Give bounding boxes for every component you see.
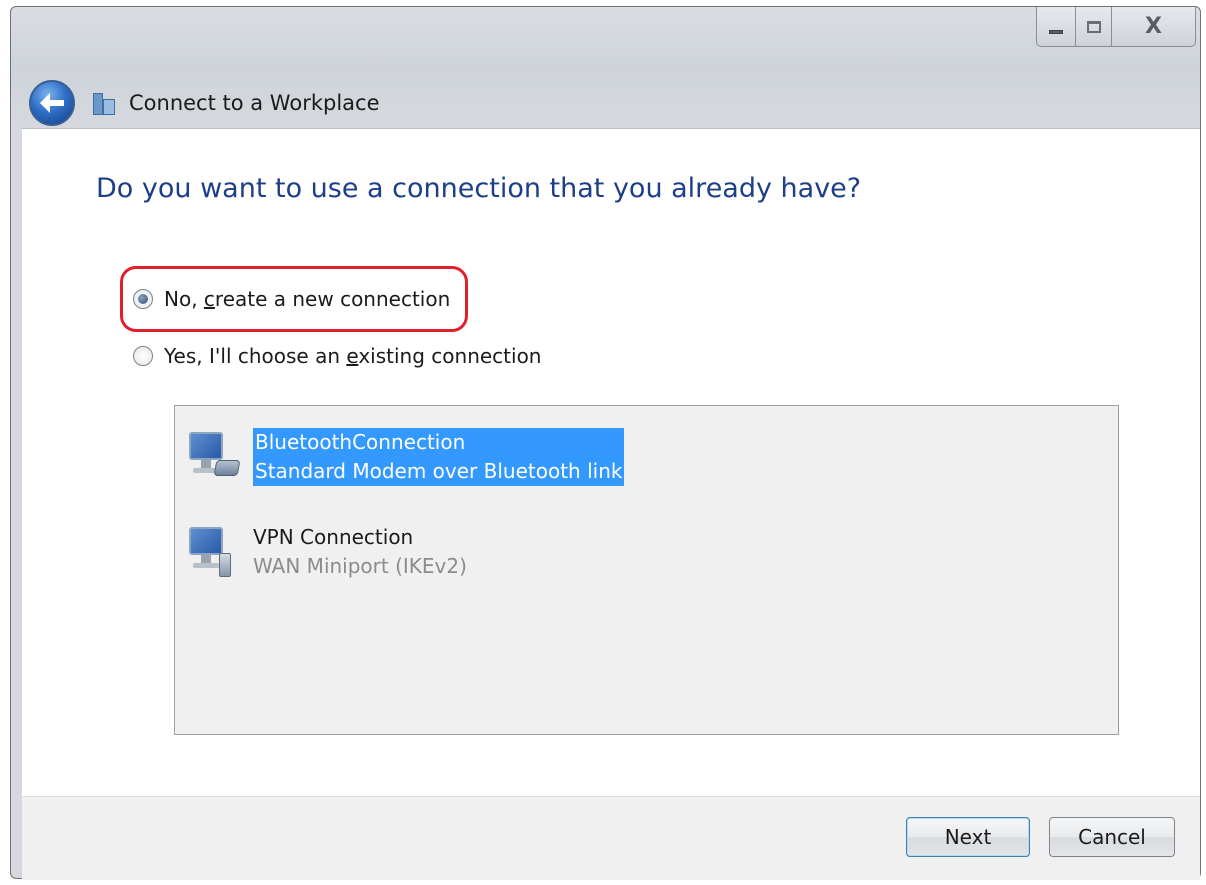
- cancel-button[interactable]: Cancel: [1049, 817, 1175, 857]
- minimize-icon: [1049, 29, 1063, 34]
- close-button[interactable]: X: [1112, 7, 1196, 47]
- connection-name: BluetoothConnection: [255, 430, 466, 454]
- option-new-connection-label: No, create a new connection: [164, 287, 451, 311]
- window-title: Connect to a Workplace: [129, 91, 380, 115]
- option-existing-connection-label: Yes, I'll choose an existing connection: [164, 344, 542, 368]
- maximize-button[interactable]: [1076, 7, 1112, 47]
- back-arrow-icon: [40, 93, 64, 113]
- wizard-footer: Next Cancel: [22, 796, 1200, 880]
- minimize-button[interactable]: [1036, 7, 1076, 47]
- connection-device: Standard Modem over Bluetooth link: [255, 459, 623, 483]
- list-item-text: BluetoothConnection Standard Modem over …: [253, 428, 625, 486]
- option-existing-connection[interactable]: Yes, I'll choose an existing connection: [133, 344, 541, 368]
- vpn-network-icon: [185, 523, 243, 581]
- radio-new-connection[interactable]: [133, 289, 153, 309]
- maximize-icon: [1086, 20, 1101, 33]
- close-icon: X: [1145, 14, 1162, 39]
- radio-existing-connection[interactable]: [133, 346, 153, 366]
- list-item[interactable]: VPN Connection WAN Miniport (IKEv2): [185, 523, 467, 581]
- connection-name: VPN Connection: [253, 525, 414, 549]
- caption-buttons: X: [1036, 7, 1196, 47]
- modem-network-icon: [185, 428, 243, 486]
- connection-list[interactable]: BluetoothConnection Standard Modem over …: [174, 405, 1119, 735]
- workplace-icon: [93, 91, 117, 115]
- next-button[interactable]: Next: [906, 817, 1030, 857]
- list-item-text: VPN Connection WAN Miniport (IKEv2): [253, 523, 467, 581]
- wizard-content: Do you want to use a connection that you…: [22, 128, 1200, 796]
- list-item[interactable]: BluetoothConnection Standard Modem over …: [185, 428, 625, 486]
- wizard-title-bar: Connect to a Workplace: [29, 79, 379, 127]
- connection-device: WAN Miniport (IKEv2): [253, 554, 467, 578]
- page-heading: Do you want to use a connection that you…: [96, 173, 862, 204]
- back-button[interactable]: [29, 80, 75, 126]
- option-new-connection[interactable]: No, create a new connection: [133, 287, 450, 311]
